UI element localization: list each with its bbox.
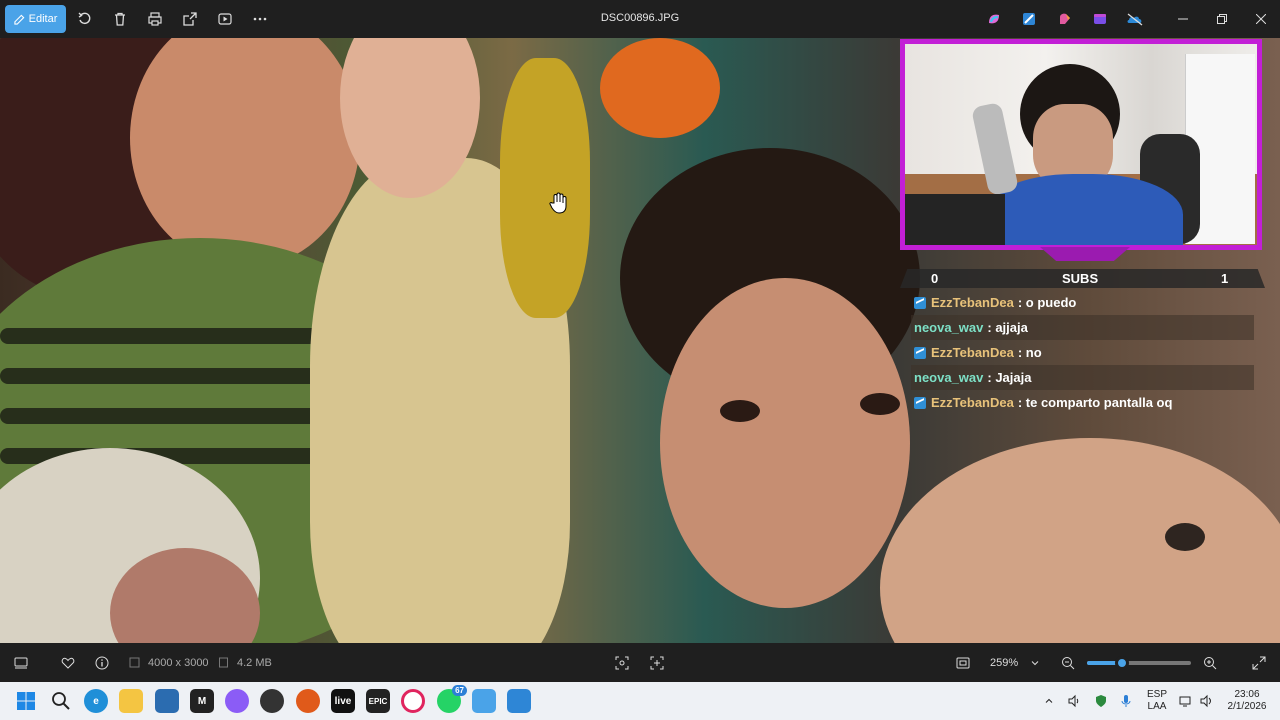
live-app-icon[interactable]: live	[331, 689, 355, 713]
info-icon[interactable]	[94, 655, 110, 671]
photos-edit-icon[interactable]	[1020, 10, 1038, 28]
photo-shape	[1165, 523, 1205, 551]
chat-text: : Jajaja	[987, 370, 1032, 385]
edit-button[interactable]: Editar	[5, 5, 66, 33]
fit-to-window-icon[interactable]	[955, 655, 971, 671]
chat-username: neova_wav	[914, 370, 984, 385]
maximize-icon[interactable]	[1213, 10, 1231, 28]
chat-text: : ajjaja	[987, 320, 1028, 335]
chat-text: : o puedo	[1017, 295, 1077, 310]
crop-select-icon[interactable]	[614, 655, 630, 671]
chat-message: EzzTebanDea : o puedo	[911, 290, 1254, 315]
filesize-icon	[217, 656, 229, 668]
photos-app-window: Editar DSC00896.JPG 0 SUBS 1 EzzTebanDea…	[0, 0, 1280, 720]
chat-message: neova_wav : ajjaja	[911, 315, 1254, 340]
subs-right-count: 1	[1221, 271, 1229, 286]
streamer-badge-icon	[914, 296, 926, 309]
speaker-tray-icon[interactable]	[1066, 689, 1082, 713]
obs-icon[interactable]	[260, 689, 284, 713]
windows-start-icon[interactable]	[14, 689, 38, 713]
zoom-out-icon[interactable]	[1060, 655, 1076, 671]
photos-app-icon[interactable]	[507, 689, 531, 713]
edit-button-label: Editar	[28, 13, 58, 25]
image-dimensions: 4000 x 3000	[148, 657, 209, 669]
minimize-icon[interactable]	[1174, 10, 1192, 28]
defender-tray-icon[interactable]	[1093, 689, 1109, 713]
photo-shape	[500, 58, 590, 318]
file-explorer-icon[interactable]	[119, 689, 143, 713]
share-icon[interactable]	[181, 10, 199, 28]
opera-icon[interactable]	[401, 689, 425, 713]
language-code: ESP	[1146, 689, 1167, 700]
more-icon[interactable]	[251, 10, 269, 28]
photo-shape	[860, 393, 900, 415]
top-toolbar: Editar DSC00896.JPG	[0, 0, 1280, 38]
network-icon[interactable]	[1178, 689, 1194, 713]
file-size: 4.2 MB	[237, 657, 272, 669]
copilot-icon[interactable]	[985, 10, 1003, 28]
fullscreen-icon[interactable]	[1251, 655, 1267, 671]
chat-username: neova_wav	[914, 320, 984, 335]
chat-text: : no	[1017, 345, 1042, 360]
slideshow-icon[interactable]	[216, 10, 234, 28]
app-icon-audio[interactable]: M	[190, 689, 214, 713]
chat-text: : te comparto pantalla oq	[1017, 395, 1173, 410]
stream-chat: EzzTebanDea : o puedo neova_wav : ajjaja…	[911, 290, 1254, 415]
language-indicator[interactable]: ESP LAA	[1144, 689, 1170, 713]
volume-icon[interactable]	[1198, 689, 1214, 713]
rotate-icon[interactable]	[76, 10, 94, 28]
filmstrip-icon[interactable]	[13, 655, 29, 671]
close-icon[interactable]	[1252, 10, 1270, 28]
streamer-badge-icon	[914, 346, 926, 359]
chat-message: EzzTebanDea : no	[911, 340, 1254, 365]
keyboard-layout: LAA	[1147, 701, 1167, 712]
chat-username: EzzTebanDea	[931, 395, 1014, 410]
print-icon[interactable]	[146, 10, 164, 28]
chat-username: EzzTebanDea	[931, 295, 1014, 310]
browser-orange-icon[interactable]	[296, 689, 320, 713]
photo-shape	[600, 38, 720, 138]
favorite-icon[interactable]	[60, 655, 76, 671]
app-icon-blue[interactable]	[155, 689, 179, 713]
file-title: DSC00896.JPG	[600, 12, 680, 24]
onedrive-icon[interactable]	[1126, 10, 1144, 28]
photo-shape	[720, 400, 760, 422]
clipchamp-icon[interactable]	[1091, 10, 1109, 28]
photo-shape	[660, 278, 910, 608]
search-icon[interactable]	[49, 689, 73, 713]
zoom-slider[interactable]	[1087, 656, 1191, 670]
subs-label: SUBS	[1062, 271, 1099, 286]
webcam-overlay	[900, 39, 1262, 250]
edge-browser-icon[interactable]: e	[84, 689, 108, 713]
chat-message: neova_wav : Jajaja	[911, 365, 1254, 390]
visual-search-icon[interactable]	[649, 655, 665, 671]
clock-time: 23:06	[1234, 689, 1260, 700]
streamer-badge-icon	[914, 396, 926, 409]
chat-message: EzzTebanDea : te comparto pantalla oq	[911, 390, 1254, 415]
windows-taskbar: e M live EPIC 67 ESP LAA 23:06 2/1/2026	[0, 682, 1280, 720]
chevron-down-icon[interactable]	[1027, 655, 1043, 671]
microphone-icon[interactable]	[1118, 689, 1134, 713]
epic-games-icon[interactable]: EPIC	[366, 689, 390, 713]
chevron-up-icon[interactable]	[1043, 689, 1055, 713]
hand-cursor-icon	[547, 191, 571, 215]
photo-shape	[880, 438, 1280, 643]
subs-counter-bar: 0 SUBS 1	[900, 269, 1265, 288]
chat-username: EzzTebanDea	[931, 345, 1014, 360]
notification-badge: 67	[452, 685, 467, 696]
paint-icon[interactable]	[1056, 10, 1074, 28]
dimensions-icon	[128, 656, 140, 668]
clock[interactable]: 23:06 2/1/2026	[1222, 689, 1272, 713]
pencil-icon	[13, 14, 25, 25]
notepad-icon[interactable]	[472, 689, 496, 713]
app-icon-purple[interactable]	[225, 689, 249, 713]
subs-left-count: 0	[931, 271, 939, 286]
delete-icon[interactable]	[111, 10, 129, 28]
whatsapp-icon[interactable]: 67	[437, 685, 467, 713]
zoom-in-icon[interactable]	[1202, 655, 1218, 671]
clock-date: 2/1/2026	[1227, 701, 1267, 712]
zoom-level[interactable]: 259%	[990, 657, 1018, 669]
